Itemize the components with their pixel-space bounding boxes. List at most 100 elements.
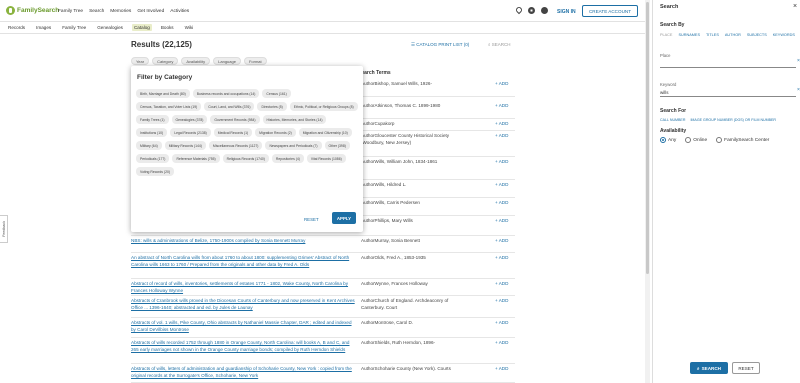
location-pin-icon[interactable] — [514, 5, 524, 15]
filter-format[interactable]: Format — [243, 57, 267, 65]
category-option[interactable]: Directories (5) — [257, 102, 287, 111]
result-title-link[interactable]: Abstracts of wills recorded 1752 through… — [131, 339, 356, 353]
help-icon[interactable] — [541, 7, 548, 14]
add-to-list-button[interactable]: + ADD — [495, 132, 508, 139]
tab-place[interactable]: PLACE — [660, 33, 672, 37]
scrollbar[interactable] — [645, 0, 650, 383]
add-to-list-button[interactable]: + ADD — [495, 199, 508, 206]
keyword-input[interactable]: wills — [660, 89, 796, 97]
radio-selected-icon[interactable] — [660, 137, 666, 143]
subnav-catalog[interactable]: Catalog — [131, 24, 152, 31]
result-title-link[interactable]: Abstract of record of wills, inventories… — [131, 280, 356, 294]
tab-titles[interactable]: TITLES — [706, 33, 719, 37]
category-option[interactable]: Institutions (10) — [136, 128, 168, 137]
radio-icon[interactable] — [685, 137, 692, 143]
category-option[interactable]: Court, Land, and Wills (376) — [204, 102, 255, 111]
subnav-records[interactable]: Records — [6, 24, 27, 31]
subnav-images[interactable]: Images — [34, 24, 53, 31]
tab-surnames[interactable]: SURNAMES — [678, 33, 700, 37]
category-option[interactable]: Miscellaneous Records (1127) — [208, 141, 263, 150]
nav-activities[interactable]: Activities — [170, 9, 189, 14]
category-option[interactable]: Periodicals (177) — [136, 154, 170, 163]
nav-search[interactable]: Search — [89, 9, 104, 14]
add-to-list-button[interactable]: + ADD — [495, 158, 508, 165]
category-option[interactable]: Legal Records (2138) — [170, 128, 211, 137]
clear-keyword-icon[interactable]: × — [797, 87, 800, 93]
create-account-button[interactable]: CREATE ACCOUNT — [582, 5, 638, 17]
result-title-link[interactable]: Abstracts of Cranbrook wills proved in t… — [131, 297, 356, 311]
category-option[interactable]: Repositories (4) — [271, 154, 304, 163]
nav-memories[interactable]: Memories — [110, 9, 131, 14]
add-to-list-button[interactable]: + ADD — [495, 80, 508, 87]
category-option[interactable]: Histories, Memories, and Stories (14) — [262, 115, 327, 124]
filter-availability[interactable]: Availability — [181, 57, 211, 65]
availability-online[interactable]: Online — [685, 137, 707, 143]
category-option[interactable]: Reference Materials (755) — [172, 154, 220, 163]
filter-category[interactable]: Category — [152, 57, 179, 65]
category-option[interactable]: Census, Taxation, and Voter Lists (19) — [136, 102, 202, 111]
add-to-list-button[interactable]: + ADD — [495, 339, 508, 346]
category-option[interactable]: Military Records (144) — [164, 141, 206, 150]
category-option[interactable]: Family Trees (1) — [136, 115, 169, 124]
tab-author[interactable]: AUTHOR — [725, 33, 741, 37]
filter-year[interactable]: Year — [131, 57, 150, 65]
add-to-list-button[interactable]: + ADD — [495, 297, 508, 304]
result-title-link[interactable]: Abstracts of wills, letters of administr… — [131, 365, 356, 379]
availability-any[interactable]: Any — [660, 137, 676, 143]
add-to-list-button[interactable]: + ADD — [495, 237, 508, 244]
panel-search-button[interactable]: ⌕ SEARCH — [690, 362, 728, 374]
catalog-print-list-link[interactable]: ☰ CATALOG PRINT LIST (0) — [411, 42, 469, 48]
filter-language[interactable]: Language — [213, 57, 241, 65]
add-to-list-button[interactable]: + ADD — [495, 102, 508, 109]
result-title-link[interactable]: Abstracts of vol. 1 wills, Pike County, … — [131, 319, 356, 333]
close-icon[interactable]: × — [793, 3, 797, 10]
category-option[interactable]: Vital Records (1086) — [306, 154, 346, 163]
feedback-tab[interactable]: Feedback — [0, 215, 8, 243]
category-option[interactable]: Military (64) — [136, 141, 162, 150]
image-group-number-link[interactable]: IMAGE GROUP NUMBER (DGS) OR FILM NUMBER — [690, 118, 776, 122]
category-option[interactable]: Other (398) — [324, 141, 350, 150]
place-input[interactable] — [660, 60, 796, 68]
add-to-list-button[interactable]: + ADD — [495, 319, 508, 326]
availability-familysearch-center[interactable]: FamilySearch Center — [716, 137, 769, 143]
subnav-genealogies[interactable]: Genealogies — [95, 24, 125, 31]
logo[interactable]: FamilySearch — [6, 6, 59, 15]
tab-subjects[interactable]: SUBJECTS — [747, 33, 767, 37]
radio-icon[interactable] — [716, 137, 723, 143]
sign-in-link[interactable]: SIGN IN — [557, 9, 576, 15]
globe-icon[interactable] — [528, 7, 535, 14]
add-to-list-button[interactable]: + ADD — [495, 181, 508, 188]
panel-reset-button[interactable]: RESET — [732, 362, 760, 374]
category-option[interactable]: Census (161) — [262, 89, 291, 98]
category-option[interactable]: Religious Records (1740) — [222, 154, 269, 163]
subnav-books[interactable]: Books — [159, 24, 176, 31]
call-number-link[interactable]: CALL NUMBER — [660, 118, 685, 122]
add-to-list-button[interactable]: + ADD — [495, 280, 508, 287]
category-option[interactable]: Voting Records (20) — [136, 167, 174, 176]
search-results-link[interactable]: ⌕ SEARCH — [488, 42, 511, 47]
add-to-list-button[interactable]: + ADD — [495, 217, 508, 224]
category-option[interactable]: Ethnic, Political, or Religious Groups (… — [289, 102, 358, 111]
nav-get-involved[interactable]: Get Involved — [137, 9, 164, 14]
subnav-wiki[interactable]: Wiki — [183, 24, 196, 31]
category-option[interactable]: Newspapers and Periodicals (7) — [265, 141, 322, 150]
category-option[interactable]: Genealogies (378) — [171, 115, 208, 124]
tab-keywords[interactable]: KEYWORDS — [773, 33, 795, 37]
add-to-list-button[interactable]: + ADD — [495, 254, 508, 261]
result-title-link[interactable]: An abstract of North Carolina wills from… — [131, 254, 356, 268]
result-title-link[interactable]: NBS: wills & administrations of Belize, … — [131, 237, 356, 244]
category-option[interactable]: Government Records (984) — [210, 115, 260, 124]
popup-apply-button[interactable]: APPLY — [332, 212, 356, 224]
add-to-list-button[interactable]: + ADD — [495, 365, 508, 372]
category-option[interactable]: Medical Records (1) — [213, 128, 253, 137]
clear-place-icon[interactable]: × — [797, 58, 800, 64]
category-option[interactable]: Birth, Marriage and Death (80) — [136, 89, 190, 98]
category-option[interactable]: Migration and Citizenship (10) — [298, 128, 352, 137]
category-option[interactable]: Migration Records (2) — [255, 128, 296, 137]
subnav-family-tree[interactable]: Family Tree — [60, 24, 88, 31]
category-option[interactable]: Business records and occupations (14) — [192, 89, 260, 98]
scrollbar-thumb[interactable] — [646, 2, 649, 274]
add-to-list-button[interactable]: + ADD — [495, 120, 508, 127]
popup-reset-button[interactable]: RESET — [304, 217, 319, 222]
nav-family-tree[interactable]: Family Tree — [58, 9, 83, 14]
